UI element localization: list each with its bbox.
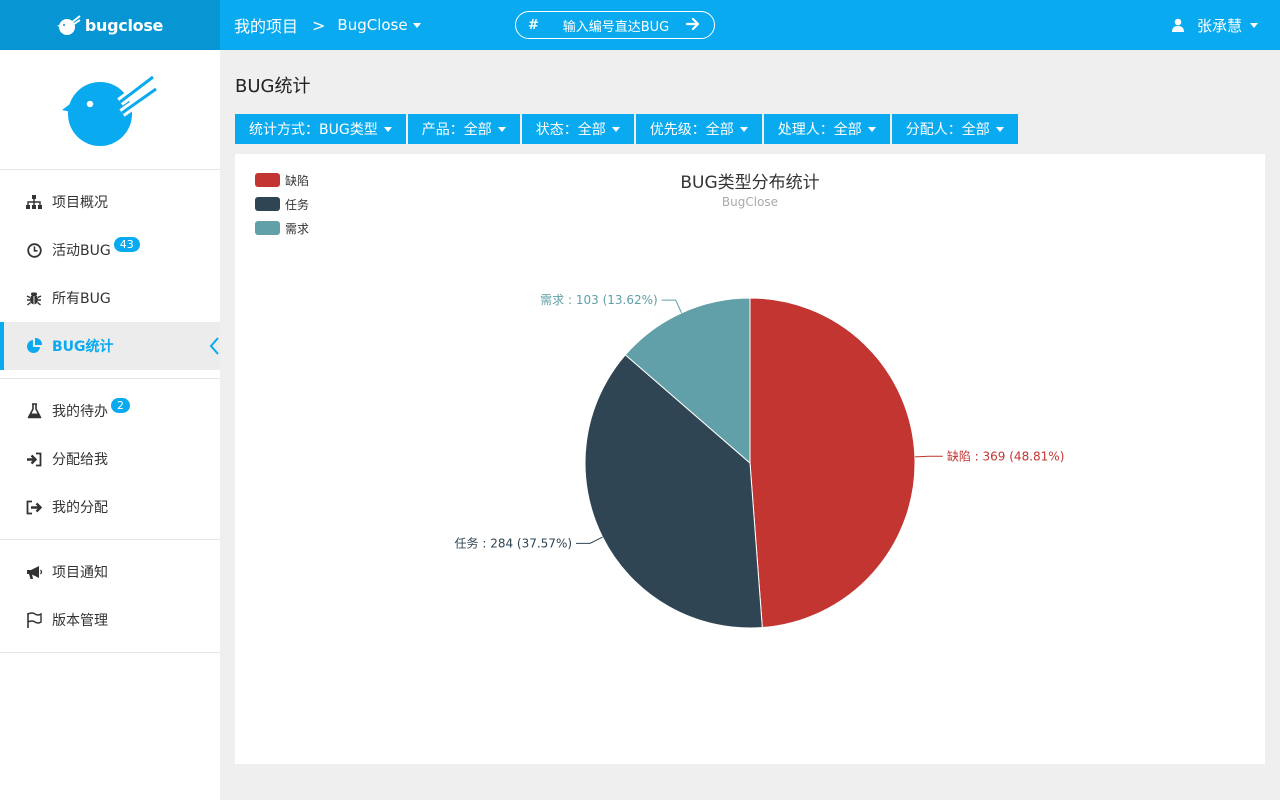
- flag-icon: [24, 610, 44, 630]
- bug-icon: [24, 288, 44, 308]
- sidebar-item[interactable]: 活动BUG 43: [0, 226, 220, 274]
- sidebar-item-label: 我的待办: [52, 404, 108, 420]
- sidebar-item[interactable]: 我的分配: [0, 483, 220, 531]
- sidebar-item[interactable]: 项目通知: [0, 548, 220, 596]
- page-title: BUG统计: [235, 76, 311, 97]
- sign-out-icon: [24, 497, 44, 517]
- filter-bar: 统计方式：BUG类型 产品：全部 状态：全部 优先级：全部 处理人：全部 分配人：全部: [235, 114, 1020, 144]
- nav-group: 项目概况活动BUG 43 所有BUG BUG统计: [0, 170, 220, 379]
- project-name: BugClose: [337, 16, 408, 34]
- caret-down-icon: [1250, 22, 1258, 28]
- bug-id-search[interactable]: # 输入编号直达BUG: [515, 11, 715, 39]
- sidebar-item[interactable]: 所有BUG: [0, 274, 220, 322]
- sidebar-item-label: 我的分配: [52, 500, 108, 516]
- filter-label: 统计方式：BUG类型: [249, 122, 378, 138]
- breadcrumb-my-projects[interactable]: 我的项目: [234, 13, 298, 37]
- sidebar: 项目概况活动BUG 43 所有BUG BUG统计我的待办 2 分配给我我的分配项目通知版本…: [0, 50, 220, 800]
- user-icon: [1171, 18, 1184, 32]
- slice-label-line: [576, 536, 603, 544]
- sign-in-icon: [24, 449, 44, 469]
- sidebar-item-label: 版本管理: [52, 613, 108, 629]
- caret-down-icon: [867, 126, 876, 132]
- pie-chart: 缺陷 : 369 (48.81%) 任务 : 284 (37.57%) 需求 : 1…: [455, 293, 1065, 629]
- user-menu[interactable]: 张承慧: [1171, 0, 1258, 50]
- user-name: 张承慧: [1196, 16, 1242, 35]
- sidebar-item[interactable]: 版本管理: [0, 596, 220, 644]
- chevron-left-icon: [208, 336, 220, 360]
- caret-down-icon: [611, 126, 620, 132]
- sidebar-item-label: 分配给我: [52, 452, 108, 468]
- filter-label: 分配人：全部: [905, 122, 990, 138]
- hash-icon: #: [528, 17, 539, 33]
- slice-label-line: [914, 455, 943, 458]
- flask-icon: [24, 401, 44, 421]
- sidebar-item[interactable]: 项目概况: [0, 178, 220, 226]
- filter-label: 状态：全部: [535, 122, 606, 138]
- slice-data-label: 缺陷 : 369 (48.81%): [947, 448, 1065, 463]
- count-badge: 2: [111, 397, 130, 413]
- filter-dropdown[interactable]: 状态：全部: [521, 114, 634, 144]
- sidebar-logo: [0, 50, 220, 170]
- project-dropdown[interactable]: BugClose: [337, 16, 421, 34]
- slice-data-label: 需求 : 103 (13.62%): [540, 293, 658, 307]
- sidebar-item-label: 活动BUG: [52, 243, 111, 259]
- pie-slice[interactable]: [749, 297, 916, 629]
- brand-logo[interactable]: bugclose: [0, 0, 220, 50]
- chart-panel: 缺陷 任务 需求 BUG类型分布统计 BugClose 缺陷 : 369 (48.8…: [235, 154, 1265, 764]
- sidebar-item-label: BUG统计: [52, 339, 114, 355]
- sitemap-icon: [24, 192, 44, 212]
- sidebar-item[interactable]: 分配给我: [0, 435, 220, 483]
- filter-dropdown[interactable]: 统计方式：BUG类型: [235, 114, 406, 144]
- count-badge: 43: [113, 236, 140, 252]
- top-bar: bugclose 我的项目 > BugClose # 输入编号直达BUG 张承慧: [0, 0, 1280, 50]
- search-placeholder: 输入编号直达BUG: [562, 19, 670, 35]
- sidebar-item-label: 所有BUG: [52, 291, 111, 307]
- filter-label: 优先级：全部: [649, 122, 734, 138]
- pie-chart-icon: [24, 336, 44, 356]
- bullhorn-icon: [24, 562, 44, 582]
- bird-logo-icon: [56, 15, 81, 35]
- caret-down-icon: [995, 126, 1004, 132]
- nav-group: 项目通知 版本管理: [0, 540, 220, 653]
- filter-dropdown[interactable]: 产品：全部: [407, 114, 520, 144]
- caret-down-icon: [412, 22, 421, 28]
- filter-dropdown[interactable]: 分配人：全部: [891, 114, 1018, 144]
- filter-label: 产品：全部: [421, 122, 492, 138]
- caret-down-icon: [739, 126, 748, 132]
- sidebar-item[interactable]: 我的待办 2: [0, 387, 220, 435]
- slice-data-label: 任务 : 284 (37.57%): [455, 535, 573, 550]
- nav-group: 我的待办 2 分配给我我的分配: [0, 379, 220, 540]
- clock-icon: [24, 240, 44, 260]
- filter-dropdown[interactable]: 优先级：全部: [635, 114, 762, 144]
- filter-label: 处理人：全部: [777, 122, 862, 138]
- sidebar-item[interactable]: BUG统计: [0, 322, 220, 370]
- sidebar-item-label: 项目通知: [52, 565, 108, 581]
- breadcrumb-separator: >: [312, 15, 326, 35]
- brand-name: bugclose: [84, 15, 164, 35]
- arrow-right-icon[interactable]: [685, 16, 702, 35]
- caret-down-icon: [383, 126, 392, 132]
- bird-logo-icon: [62, 72, 158, 146]
- sidebar-nav: 项目概况活动BUG 43 所有BUG BUG统计我的待办 2 分配给我我的分配项目通知版本…: [0, 170, 220, 653]
- sidebar-item-label: 项目概况: [52, 195, 108, 211]
- filter-dropdown[interactable]: 处理人：全部: [763, 114, 890, 144]
- caret-down-icon: [497, 126, 506, 132]
- slice-label-line: [661, 299, 682, 314]
